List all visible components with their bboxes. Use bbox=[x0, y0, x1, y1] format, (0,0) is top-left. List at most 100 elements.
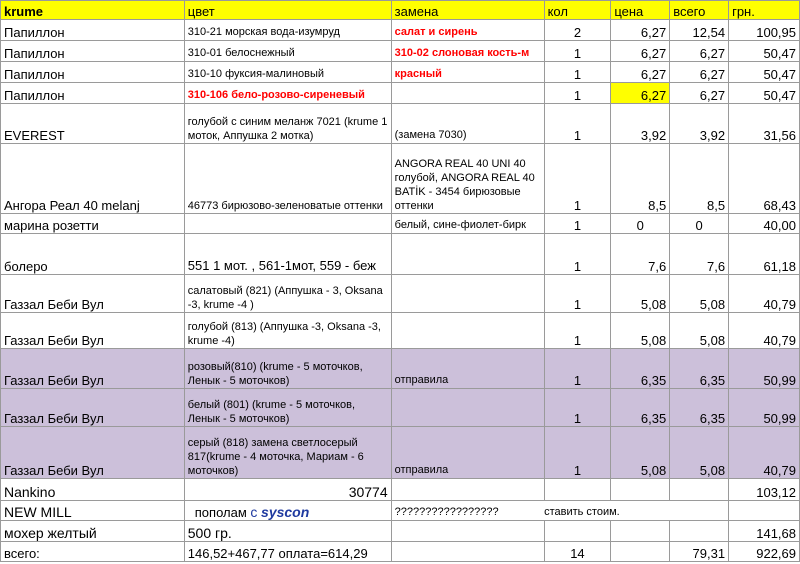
cell-qty[interactable]: 1 bbox=[543, 388, 612, 427]
cell-replacement[interactable] bbox=[390, 312, 545, 349]
cell-total[interactable]: 7,6 bbox=[669, 233, 730, 275]
cell-price[interactable]: 5,08 bbox=[610, 312, 671, 349]
cell-uah[interactable]: 40,00 bbox=[728, 213, 800, 234]
cell-empty[interactable] bbox=[390, 541, 545, 562]
cell-empty[interactable] bbox=[610, 520, 671, 542]
cell-total[interactable]: 79,31 bbox=[669, 541, 730, 562]
cell-name[interactable]: Папиллон bbox=[0, 40, 185, 62]
cell-price[interactable]: 6,27 bbox=[610, 82, 671, 104]
cell-price[interactable]: 8,5 bbox=[610, 143, 671, 214]
cell-color[interactable]: голубой (813) (Аппушка -3, Oksana -3, kr… bbox=[183, 312, 392, 349]
cell-price[interactable]: 5,08 bbox=[610, 274, 671, 313]
cell-replacement[interactable]: отправила bbox=[390, 348, 545, 389]
cell-total[interactable]: 6,27 bbox=[669, 61, 730, 83]
cell-amount[interactable]: 500 гр. bbox=[183, 520, 392, 542]
header-qty[interactable]: кол bbox=[543, 0, 612, 20]
cell-color[interactable]: 310-01 белоснежный bbox=[183, 40, 392, 62]
cell-empty[interactable] bbox=[390, 520, 545, 542]
cell-name[interactable]: Газзал Беби Вул bbox=[0, 426, 185, 479]
cell-price[interactable]: 3,92 bbox=[610, 103, 671, 144]
cell-color[interactable]: 310-106 бело-розово-сиреневый bbox=[183, 82, 392, 104]
cell-uah[interactable]: 50,99 bbox=[728, 388, 800, 427]
cell-total[interactable]: 6,35 bbox=[669, 348, 730, 389]
cell-replacement[interactable] bbox=[390, 82, 545, 104]
cell-empty[interactable] bbox=[543, 520, 612, 542]
cell-price[interactable]: 0 bbox=[610, 213, 671, 234]
cell-uah[interactable]: 40,79 bbox=[728, 426, 800, 479]
cell-label[interactable]: всего: bbox=[0, 541, 185, 562]
cell-replacement[interactable] bbox=[390, 233, 545, 275]
header-replacement[interactable]: замена bbox=[390, 0, 545, 20]
cell-qty[interactable]: 1 bbox=[543, 82, 612, 104]
cell-qty[interactable]: 1 bbox=[543, 274, 612, 313]
cell-name[interactable]: болеро bbox=[0, 233, 185, 275]
cell-price[interactable]: 6,35 bbox=[610, 388, 671, 427]
cell-color[interactable]: 310-10 фуксия-малиновый bbox=[183, 61, 392, 83]
cell-color[interactable]: салатовый (821) (Аппушка - 3, Oksana -3,… bbox=[183, 274, 392, 313]
cell-total[interactable]: 5,08 bbox=[669, 312, 730, 349]
cell-color[interactable] bbox=[183, 213, 392, 234]
cell-empty[interactable] bbox=[728, 500, 800, 521]
cell-replacement[interactable] bbox=[390, 274, 545, 313]
cell-price[interactable]: 5,08 bbox=[610, 426, 671, 479]
cell-color[interactable]: 310-21 морская вода-изумруд bbox=[183, 19, 392, 41]
cell-uah[interactable]: 40,79 bbox=[728, 312, 800, 349]
cell-qty[interactable]: 1 bbox=[543, 103, 612, 144]
cell-uah[interactable]: 40,79 bbox=[728, 274, 800, 313]
cell-qty[interactable]: 1 bbox=[543, 61, 612, 83]
cell-color[interactable]: голубой с синим меланж 7021 (krume 1 мот… bbox=[183, 103, 392, 144]
cell-replacement[interactable] bbox=[390, 388, 545, 427]
cell-empty[interactable] bbox=[669, 478, 730, 501]
cell-total[interactable]: 3,92 bbox=[669, 103, 730, 144]
cell-name[interactable]: Nankino bbox=[0, 478, 185, 501]
cell-uah[interactable]: 31,56 bbox=[728, 103, 800, 144]
cell-qty[interactable]: 1 bbox=[543, 213, 612, 234]
cell-color[interactable]: серый (818) замена светлосерый 817(krume… bbox=[183, 426, 392, 479]
cell-total[interactable]: 6,27 bbox=[669, 82, 730, 104]
cell-total[interactable]: 0 bbox=[669, 213, 730, 234]
cell-empty[interactable] bbox=[610, 478, 671, 501]
cell-qty[interactable]: 14 bbox=[543, 541, 612, 562]
cell-uah[interactable]: 50,47 bbox=[728, 82, 800, 104]
cell-replacement[interactable]: 310-02 слоновая кость-м bbox=[390, 40, 545, 62]
header-total[interactable]: всего bbox=[669, 0, 730, 20]
cell-name[interactable]: EVEREST bbox=[0, 103, 185, 144]
cell-color[interactable]: белый (801) (krume - 5 моточков, Ленык -… bbox=[183, 388, 392, 427]
cell-price[interactable]: 6,27 bbox=[610, 61, 671, 83]
cell-total[interactable]: 5,08 bbox=[669, 274, 730, 313]
cell-replacement[interactable]: белый, сине-фиолет-бирк bbox=[390, 213, 545, 234]
cell-name[interactable]: Газзал Беби Вул bbox=[0, 274, 185, 313]
cell-color[interactable]: розовый(810) (krume - 5 моточков, Ленык … bbox=[183, 348, 392, 389]
cell-name[interactable]: марина розетти bbox=[0, 213, 185, 234]
header-uah[interactable]: грн. bbox=[728, 0, 800, 20]
cell-name[interactable]: NEW MILL bbox=[0, 500, 185, 521]
cell-qty[interactable]: 1 bbox=[543, 143, 612, 214]
cell-price[interactable]: 7,6 bbox=[610, 233, 671, 275]
cell-total[interactable]: 5,08 bbox=[669, 426, 730, 479]
cell-name[interactable]: Ангора Реал 40 melanj bbox=[0, 143, 185, 214]
cell-name[interactable]: Газзал Беби Вул bbox=[0, 388, 185, 427]
cell-name[interactable]: Папиллон bbox=[0, 61, 185, 83]
cell-uah[interactable]: 141,68 bbox=[728, 520, 800, 542]
cell-name[interactable]: мохер желтый bbox=[0, 520, 185, 542]
cell-name[interactable]: Папиллон bbox=[0, 82, 185, 104]
cell-qty[interactable]: 1 bbox=[543, 426, 612, 479]
cell-uah[interactable]: 50,47 bbox=[728, 40, 800, 62]
header-color[interactable]: цвет bbox=[183, 0, 392, 20]
cell-color[interactable]: 46773 бирюзово-зеленоватые оттенки bbox=[183, 143, 392, 214]
cell-qty[interactable]: 1 bbox=[543, 40, 612, 62]
cell-uah[interactable]: 50,47 bbox=[728, 61, 800, 83]
cell-replacement[interactable]: отправила bbox=[390, 426, 545, 479]
cell-replacement[interactable]: красный bbox=[390, 61, 545, 83]
cell-empty[interactable] bbox=[669, 520, 730, 542]
cell-uah[interactable]: 103,12 bbox=[728, 478, 800, 501]
cell-color[interactable]: 551 1 мот. , 561-1мот, 559 - беж bbox=[183, 233, 392, 275]
cell-empty[interactable] bbox=[390, 478, 545, 501]
cell-price[interactable]: 6,27 bbox=[610, 19, 671, 41]
cell-replacement[interactable]: ANGORA REAL 40 UNI 40 голубой, ANGORA RE… bbox=[390, 143, 545, 214]
cell-uah[interactable]: 68,43 bbox=[728, 143, 800, 214]
cell-uah[interactable]: 922,69 bbox=[728, 541, 800, 562]
header-price[interactable]: цена bbox=[610, 0, 671, 20]
cell-uah[interactable]: 50,99 bbox=[728, 348, 800, 389]
cell-empty[interactable] bbox=[610, 541, 671, 562]
